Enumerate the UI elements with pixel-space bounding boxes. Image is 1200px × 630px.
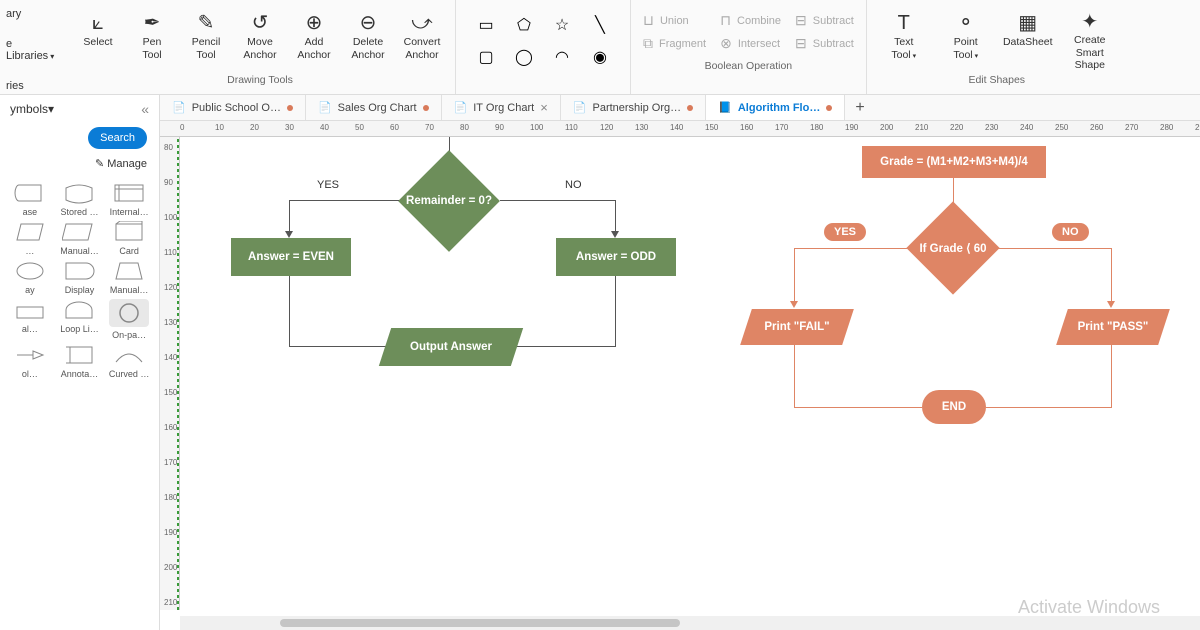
shape-picker-group: ▭⬠☆╲ ▢◯◠◉ — [456, 0, 631, 94]
close-tab-icon[interactable]: × — [540, 100, 548, 115]
tab-algorithm-flo-[interactable]: 📘Algorithm Flo… — [706, 95, 845, 120]
bool-subtract[interactable]: ⊟Subtract — [795, 35, 854, 52]
tool-select[interactable]: ⟀Select — [73, 6, 123, 72]
edit-shapes-group: TTextTool⚬PointTool▦DataSheet✦CreateSmar… — [867, 0, 1127, 94]
horizontal-scrollbar[interactable] — [180, 616, 1200, 630]
bool-combine[interactable]: ⊓Combine — [720, 12, 781, 29]
collapse-sidebar-icon[interactable]: « — [141, 101, 149, 117]
shape-lib-item[interactable]: Card — [105, 221, 153, 256]
tool-text-tool[interactable]: TTextTool — [875, 6, 933, 72]
tab-sales-org-chart[interactable]: 📄Sales Org Chart — [306, 95, 442, 120]
shape-lib-item[interactable]: Manual… — [105, 260, 153, 295]
shape-lib-item[interactable]: Curved … — [105, 344, 153, 379]
tool-datasheet[interactable]: ▦DataSheet — [999, 6, 1057, 72]
shape-lib-item[interactable]: ol… — [6, 344, 54, 379]
tool-pen-tool[interactable]: ✒PenTool — [127, 6, 177, 72]
process-grade[interactable]: Grade = (M1+M2+M3+M4)/4 — [862, 146, 1046, 178]
tool-create-smart-shape[interactable]: ✦CreateSmart Shape — [1061, 6, 1119, 72]
shape-lib-item[interactable]: Internal… — [105, 182, 153, 217]
sidebar-title: ymbols▾ — [10, 102, 54, 116]
add-tab-button[interactable]: + — [845, 99, 874, 117]
drawing-tools-label: Drawing Tools — [227, 74, 293, 86]
output-answer[interactable]: Output Answer — [385, 328, 517, 366]
bool-union[interactable]: ⊔Union — [643, 12, 706, 29]
output-fail[interactable]: Print "FAIL" — [746, 309, 848, 345]
tool-move-anchor[interactable]: ↺MoveAnchor — [235, 6, 285, 72]
shape-lib-item[interactable]: Stored … — [56, 182, 104, 217]
label-no: NO — [565, 179, 582, 191]
shape-lib-item[interactable]: Manual… — [56, 221, 104, 256]
shape-lib-item[interactable]: On-pa… — [105, 299, 153, 340]
ribbon-toolbar: ary e Libraries ries ⟀Select✒PenTool✎Pen… — [0, 0, 1200, 95]
shape-option[interactable]: ▭ — [468, 10, 504, 40]
process-even[interactable]: Answer = EVEN — [231, 238, 351, 276]
tab-public-school-o-[interactable]: 📄Public School O… — [160, 95, 306, 120]
manage-link[interactable]: ✎ Manage — [0, 155, 159, 178]
boolean-ops-group: ⊔Union ⊓Combine ⊟Subtract ⧉Fragment ⊗Interse… — [631, 0, 867, 94]
symbols-sidebar: ymbols▾ « Search ✎ Manage aseStored …Int… — [0, 95, 160, 630]
search-button[interactable]: Search — [88, 127, 147, 149]
boolean-ops-label: Boolean Operation — [705, 60, 793, 72]
pill-no: NO — [1052, 223, 1089, 241]
tab-partnership-org-[interactable]: 📄Partnership Org… — [561, 95, 706, 120]
shape-option[interactable]: ◠ — [544, 42, 580, 72]
horizontal-ruler: 0102030405060708090100110120130140150160… — [160, 121, 1200, 137]
shape-option[interactable]: ◯ — [506, 42, 542, 72]
pill-yes: YES — [824, 223, 866, 241]
decision-grade[interactable]: If Grade ⟨ 60 — [920, 215, 986, 281]
ribbon-left-labels: ary e Libraries ries — [0, 0, 65, 94]
tool-point-tool[interactable]: ⚬PointTool — [937, 6, 995, 72]
shape-lib-item[interactable]: ase — [6, 182, 54, 217]
watermark: Activate Windows — [1018, 597, 1160, 618]
bool-intersect[interactable]: ⊗Intersect — [720, 35, 781, 52]
process-odd[interactable]: Answer = ODD — [556, 238, 676, 276]
shape-option[interactable]: ☆ — [544, 10, 580, 40]
output-pass[interactable]: Print "PASS" — [1062, 309, 1164, 345]
vertical-ruler: 8090100110120130140150160170180190200210 — [160, 137, 180, 610]
shape-option[interactable]: ▢ — [468, 42, 504, 72]
shape-lib-item[interactable]: Loop Li… — [56, 299, 104, 340]
shape-lib-item[interactable]: al… — [6, 299, 54, 340]
bool-subtract[interactable]: ⊟Subtract — [795, 12, 854, 29]
decision-remainder[interactable]: Remainder = 0? — [413, 165, 485, 237]
canvas[interactable]: Remainder = 0? YES NO Answer = EVEN Answ… — [180, 137, 1200, 610]
edit-shapes-label: Edit Shapes — [968, 74, 1025, 86]
shape-lib-item[interactable]: Annota… — [56, 344, 104, 379]
shape-option[interactable]: ◉ — [582, 42, 618, 72]
tool-add-anchor[interactable]: ⊕AddAnchor — [289, 6, 339, 72]
shape-lib-item[interactable]: Display — [56, 260, 104, 295]
terminator-end[interactable]: END — [922, 390, 986, 424]
tool-delete-anchor[interactable]: ⊖DeleteAnchor — [343, 6, 393, 72]
tool-pencil-tool[interactable]: ✎PencilTool — [181, 6, 231, 72]
shape-lib-item[interactable]: ay — [6, 260, 54, 295]
bool-fragment[interactable]: ⧉Fragment — [643, 35, 706, 52]
shape-option[interactable]: ╲ — [582, 10, 618, 40]
tool-convert-anchor[interactable]: ⤻ConvertAnchor — [397, 6, 447, 72]
label-yes: YES — [317, 179, 339, 191]
document-tabs: 📄Public School O…📄Sales Org Chart📄IT Org… — [160, 95, 1200, 121]
tab-it-org-chart[interactable]: 📄IT Org Chart× — [442, 95, 561, 120]
shape-lib-item[interactable]: … — [6, 221, 54, 256]
shape-option[interactable]: ⬠ — [506, 10, 542, 40]
drawing-tools-group: ⟀Select✒PenTool✎PencilTool↺MoveAnchor⊕Ad… — [65, 0, 456, 94]
